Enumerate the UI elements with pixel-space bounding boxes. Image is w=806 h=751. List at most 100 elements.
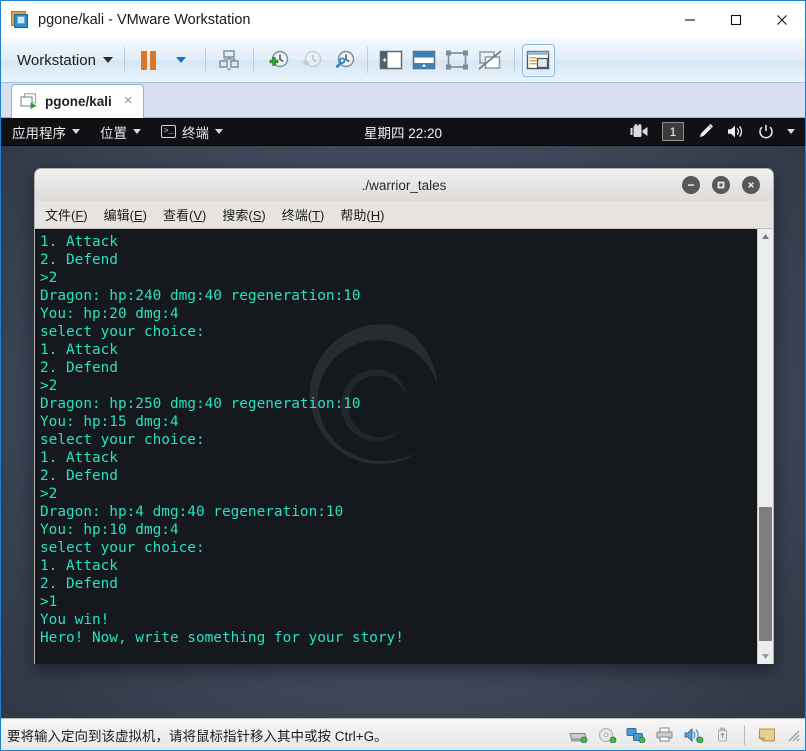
revert-snapshot-button[interactable] — [294, 44, 327, 77]
snapshot-add-icon — [270, 50, 289, 68]
maximize-icon — [717, 181, 725, 189]
window-title: pgone/kali - VMware Workstation — [38, 11, 251, 28]
vm-guest-screen[interactable]: 应用程序 位置 >_ 终端 星期四 22:20 1 ./warrior_tale… — [1, 118, 805, 718]
screenshot-icon[interactable] — [630, 124, 649, 139]
terminal-body[interactable]: 1. Attack 2. Defend >2 Dragon: hp:240 dm… — [34, 229, 774, 664]
minimize-button[interactable] — [667, 1, 713, 38]
panel-tray: 1 — [630, 122, 805, 141]
toolbar-divider — [123, 47, 125, 73]
chevron-down-icon — [215, 129, 223, 134]
menu-view[interactable]: 查看(V) — [163, 205, 206, 224]
network-adapter-icon[interactable] — [625, 725, 646, 744]
terminal-window[interactable]: ./warrior_tales 文件(F) 编辑(E) 查看(V) 搜索(S) … — [34, 168, 774, 664]
toolbar-divider — [204, 47, 206, 73]
menu-edit[interactable]: 编辑(E) — [104, 205, 147, 224]
maximize-button[interactable] — [713, 1, 759, 38]
pause-button[interactable] — [132, 44, 165, 77]
snapshot-revert-icon — [303, 50, 322, 68]
menu-terminal[interactable]: 终端(T) — [282, 205, 325, 224]
chevron-down-icon — [72, 129, 80, 134]
terminal-close-button[interactable] — [742, 176, 760, 194]
tab-pgone-kali[interactable]: pgone/kali × — [11, 84, 144, 118]
menu-file[interactable]: 文件(F) — [45, 205, 88, 224]
terminal-menubar: 文件(F) 编辑(E) 查看(V) 搜索(S) 终端(T) 帮助(H) — [34, 201, 774, 229]
close-icon — [748, 182, 754, 188]
show-library-button[interactable] — [375, 44, 408, 77]
unity-mode-button[interactable] — [474, 44, 507, 77]
terminal-menu-label: 终端 — [182, 125, 209, 141]
snapshot-settings-icon — [335, 50, 355, 69]
snapshot-manager-button[interactable] — [327, 44, 360, 77]
applications-menu[interactable]: 应用程序 — [1, 118, 90, 145]
statusbar-divider — [744, 724, 745, 745]
chevron-down-icon[interactable] — [787, 129, 795, 134]
workstation-menu-label: Workstation — [17, 51, 96, 69]
terminal-maximize-button[interactable] — [712, 176, 730, 194]
workstation-menu-button[interactable]: Workstation — [7, 48, 117, 73]
vmware-icon — [11, 10, 29, 29]
take-snapshot-button[interactable] — [261, 44, 294, 77]
window-titlebar: pgone/kali - VMware Workstation — [1, 1, 805, 38]
chevron-down-icon — [176, 57, 187, 63]
manage-snapshot-button[interactable] — [213, 44, 246, 77]
window-controls — [667, 1, 805, 38]
printer-icon[interactable] — [654, 725, 675, 744]
hard-disk-icon[interactable] — [567, 725, 588, 744]
vm-tab-strip: pgone/kali × — [1, 83, 805, 118]
places-menu[interactable]: 位置 — [90, 118, 151, 145]
vm-running-icon — [20, 93, 37, 110]
tab-close-button[interactable]: × — [118, 93, 135, 110]
sidebar-icon — [380, 50, 403, 70]
vmware-statusbar: 要将输入定向到该虚拟机，请将鼠标指针移入其中或按 Ctrl+G。 — [1, 718, 805, 750]
workspace-indicator[interactable]: 1 — [662, 122, 684, 141]
sound-card-icon[interactable] — [683, 725, 704, 744]
kali-desktop[interactable]: ./warrior_tales 文件(F) 编辑(E) 查看(V) 搜索(S) … — [1, 146, 805, 718]
terminal-window-buttons — [682, 176, 773, 194]
cd-drive-icon[interactable] — [596, 725, 617, 744]
vmware-toolbar: Workstation — [1, 38, 805, 83]
scrollbar-track[interactable] — [758, 244, 773, 649]
tab-label: pgone/kali — [45, 94, 112, 109]
volume-icon[interactable] — [727, 124, 745, 139]
scroll-up-button[interactable] — [758, 229, 773, 244]
menu-search[interactable]: 搜索(S) — [222, 205, 265, 224]
power-icon[interactable] — [758, 124, 774, 140]
menu-help[interactable]: 帮助(H) — [340, 205, 384, 224]
vmware-workstation-window: pgone/kali - VMware Workstation Workstat… — [0, 0, 806, 751]
terminal-minimize-button[interactable] — [682, 176, 700, 194]
close-button[interactable] — [759, 1, 805, 38]
pen-icon[interactable] — [697, 123, 714, 140]
chevron-up-icon — [762, 234, 769, 239]
scrollbar-thumb[interactable] — [759, 507, 772, 641]
fullscreen-icon — [446, 50, 469, 70]
terminal-scrollbar[interactable] — [757, 229, 773, 664]
terminal-menu[interactable]: >_ 终端 — [151, 118, 233, 145]
snapshot-manager-icon — [219, 50, 240, 71]
full-screen-button[interactable] — [441, 44, 474, 77]
console-view-button[interactable] — [521, 43, 555, 77]
xfce-panel: 应用程序 位置 >_ 终端 星期四 22:20 1 — [1, 118, 805, 146]
pause-dropdown-button[interactable] — [165, 44, 198, 77]
chevron-down-icon — [133, 129, 141, 134]
device-tray — [567, 724, 803, 745]
terminal-icon: >_ — [161, 125, 176, 138]
chevron-down-icon — [102, 57, 113, 63]
resize-grip-icon[interactable] — [785, 727, 801, 743]
toolbar-divider — [513, 47, 515, 73]
chevron-down-icon — [762, 654, 769, 659]
unity-mode-icon — [478, 50, 502, 70]
message-log-icon[interactable] — [756, 725, 777, 744]
terminal-title: ./warrior_tales — [361, 177, 447, 193]
status-message: 要将输入定向到该虚拟机，请将鼠标指针移入其中或按 Ctrl+G。 — [7, 728, 388, 744]
terminal-titlebar[interactable]: ./warrior_tales — [34, 168, 774, 201]
terminal-canvas[interactable]: 1. Attack 2. Defend >2 Dragon: hp:240 dm… — [35, 229, 757, 664]
thumbnail-bar-icon — [413, 50, 436, 70]
usb-icon[interactable] — [712, 725, 733, 744]
places-menu-label: 位置 — [100, 125, 127, 141]
scroll-down-button[interactable] — [758, 649, 773, 664]
minimize-icon — [688, 184, 694, 186]
toolbar-divider — [366, 47, 368, 73]
show-thumbnails-button[interactable] — [408, 44, 441, 77]
toolbar-divider — [252, 47, 254, 73]
applications-menu-label: 应用程序 — [12, 125, 66, 141]
